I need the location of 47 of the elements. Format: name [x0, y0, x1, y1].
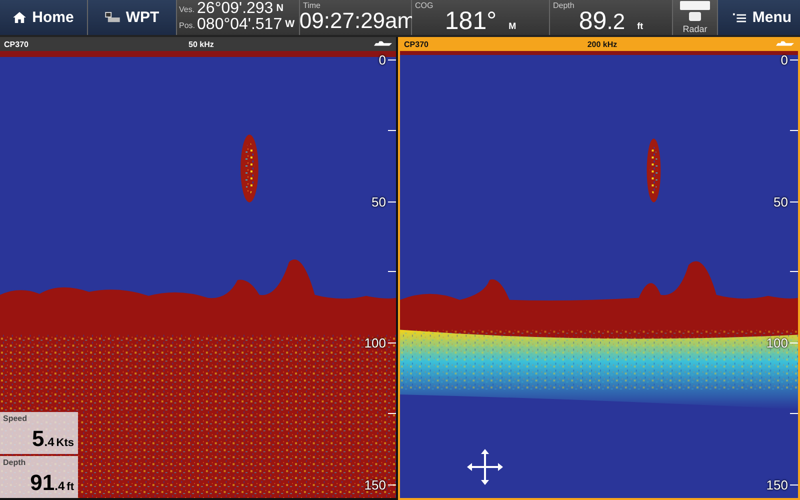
depth-scale-label: 100	[766, 336, 789, 351]
waypoint-button[interactable]: WPT	[88, 0, 176, 35]
depth-label: Depth	[553, 1, 574, 10]
overlay-label: Depth	[3, 458, 26, 467]
menu-icon	[733, 12, 746, 22]
crosshair-cursor-icon	[467, 449, 503, 485]
depth-scale-label: 0	[378, 52, 387, 68]
time-value: 09:27:29am	[299, 8, 416, 34]
position-label: Pos.	[179, 21, 196, 30]
cog-value: 181°	[444, 8, 497, 34]
frequency-label: 50 kHz	[188, 40, 214, 48]
latitude-value: 26°09'.293	[197, 1, 274, 17]
home-button[interactable]: Home	[0, 0, 87, 35]
depth-scale-label: 0	[780, 52, 789, 68]
depth-scale-label: 50	[774, 194, 789, 210]
overlay-unit: Kts	[56, 437, 74, 449]
transducer-label: CP370	[4, 40, 28, 48]
home-icon	[13, 12, 26, 23]
depth-scale-label: 50	[372, 194, 387, 210]
boat-icon	[374, 41, 392, 47]
depth-unit: ft	[637, 21, 644, 31]
pane-header[interactable]: CP370 200 kHz	[400, 37, 798, 51]
depth-scale-label: 150	[364, 477, 387, 492]
cog-unit: M	[508, 21, 516, 31]
overlay-decimal: .4	[44, 435, 54, 449]
frequency-label: 200 kHz	[587, 40, 618, 48]
time-label: Time	[303, 1, 320, 10]
overlay-label: Speed	[3, 414, 28, 423]
radar-scanner-icon	[680, 1, 710, 23]
overlay-value: 5	[32, 426, 44, 452]
overlay-unit: ft	[66, 481, 74, 493]
latitude-hemisphere: N	[276, 2, 284, 16]
radar-button[interactable]: Radar	[673, 0, 717, 35]
depth-decimal: .2	[606, 10, 626, 34]
boat-icon	[776, 41, 794, 47]
cog-label: COG	[415, 1, 434, 10]
overlay-decimal: .4	[54, 479, 65, 493]
depth-scale-label: 150	[766, 477, 789, 492]
pane-header[interactable]: CP370 50 kHz	[0, 37, 396, 51]
depth-scale-label: 100	[364, 336, 387, 351]
menu-button[interactable]: Menu	[718, 0, 800, 35]
transducer-label: CP370	[404, 40, 428, 48]
longitude-value: 080°04'.517	[197, 17, 282, 33]
position-label: Ves.	[179, 4, 196, 14]
overlay-value: 91	[30, 470, 55, 496]
depth-value: 89	[578, 8, 607, 34]
longitude-hemisphere: W	[285, 18, 295, 32]
